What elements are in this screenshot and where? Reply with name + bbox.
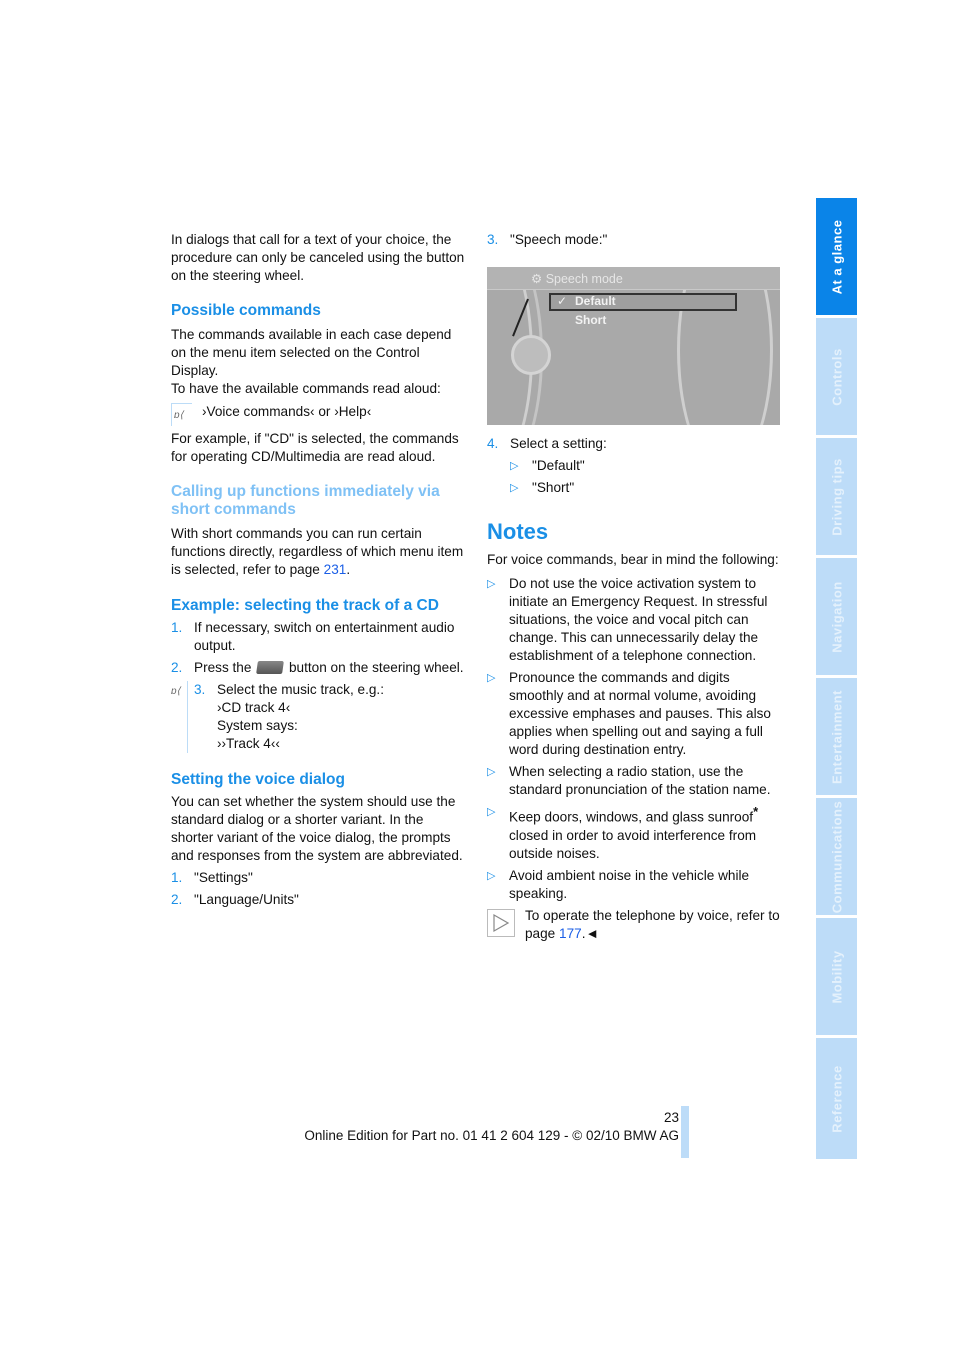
tab-driving-tips[interactable]: Driving tips xyxy=(816,438,857,555)
setting-short: ▷ "Short" xyxy=(510,480,575,495)
note-bullet: ▷ Avoid ambient noise in the vehicle whi… xyxy=(487,867,750,901)
voice-command-row: ɒ⟨ ›Voice commands‹ or ›Help‹ xyxy=(171,403,466,426)
read-aloud-text: To have the available commands read alou… xyxy=(171,381,441,396)
control-display-screenshot: ⚙ Speech mode ✓ Default Short xyxy=(487,267,780,425)
voice-command-text: ›Voice commands‹ or ›Help‹ xyxy=(202,404,372,419)
tab-navigation[interactable]: Navigation xyxy=(816,558,857,675)
bullet-triangle-icon: ▷ xyxy=(510,460,519,472)
example-step-3: ɒ⟨ 3. Select the music track, e.g.: ›CD … xyxy=(167,681,466,753)
footer-edition: Online Edition for Part no. 01 41 2 604 … xyxy=(304,1128,679,1143)
note-bullet: ▷ Pronounce the commands and digits smoo… xyxy=(487,670,771,757)
right-column: 3. "Speech mode:" ⚙ Speech mode ✓ Defaul… xyxy=(487,231,782,943)
heading-notes: Notes xyxy=(487,519,549,544)
bullet-triangle-icon: ▷ xyxy=(510,482,519,494)
tab-mobility[interactable]: Mobility xyxy=(816,918,857,1035)
heading-short-commands: Calling up functions immediately via sho… xyxy=(171,483,440,518)
note-triangle-icon xyxy=(487,908,515,937)
bullet-triangle-icon: ▷ xyxy=(487,578,496,590)
setting-default: ▷ "Default" xyxy=(510,458,585,473)
bullet-triangle-icon: ▷ xyxy=(487,869,496,882)
bullet-triangle-icon: ▷ xyxy=(487,806,496,818)
voice-dialog-step-1: 1. "Settings" xyxy=(171,870,253,885)
voice-dialog-text: You can set whether the system should us… xyxy=(171,794,463,863)
possible-commands-text: The commands available in each case depe… xyxy=(171,327,452,378)
left-column: In dialogs that call for a text of your … xyxy=(171,231,466,909)
option-short: Short xyxy=(575,313,607,327)
example-step-2: 2. Press the button on the steering whee… xyxy=(171,660,464,675)
page-number: 23 xyxy=(663,1110,679,1125)
voice-icon: ɒ⟨ xyxy=(171,403,192,426)
controller-knob-icon xyxy=(511,335,551,375)
page-link-231[interactable]: 231 xyxy=(324,562,347,577)
footer-marker xyxy=(681,1106,689,1158)
tab-at-a-glance[interactable]: At a glance xyxy=(816,198,857,315)
speech-mode-step: 3. "Speech mode:" xyxy=(487,232,608,247)
note-bullet: ▷ Keep doors, windows, and glass sunroof… xyxy=(487,804,759,861)
steering-wheel-voice-button-icon xyxy=(256,661,285,674)
bullet-triangle-icon: ▷ xyxy=(487,766,496,778)
tab-entertainment[interactable]: Entertainment xyxy=(816,678,857,795)
tab-reference[interactable]: Reference xyxy=(816,1038,857,1159)
select-setting-step: 4. Select a setting: xyxy=(487,436,607,451)
short-commands-text: With short commands you can run certain … xyxy=(171,526,464,577)
telephone-note: To operate the telephone by voice, refer… xyxy=(487,907,782,943)
screen-title: ⚙ Speech mode xyxy=(531,272,623,286)
tab-controls[interactable]: Controls xyxy=(816,318,857,435)
voice-dialog-step-2: 2. "Language/Units" xyxy=(171,892,299,907)
intro-paragraph: In dialogs that call for a text of your … xyxy=(171,232,465,283)
cd-example-text: For example, if "CD" is selected, the co… xyxy=(171,431,459,464)
optional-equipment-star: * xyxy=(753,804,759,819)
heading-possible-commands: Possible commands xyxy=(171,302,321,319)
check-icon: ✓ xyxy=(557,294,568,308)
note-bullet: ▷ When selecting a radio station, use th… xyxy=(487,764,771,797)
option-default: Default xyxy=(575,294,616,308)
example-step-1: 1. If necessary, switch on entertainment… xyxy=(171,620,455,653)
voice-icon: ɒ⟨ xyxy=(167,681,188,753)
notes-intro: For voice commands, bear in mind the fol… xyxy=(487,552,779,567)
heading-example: Example: selecting the track of a CD xyxy=(171,597,439,614)
bullet-triangle-icon: ▷ xyxy=(487,672,496,684)
note-bullet: ▷ Do not use the voice activation system… xyxy=(487,576,768,663)
page-link-177[interactable]: 177 xyxy=(559,926,582,941)
tab-communications[interactable]: Communications xyxy=(816,798,857,915)
heading-voice-dialog: Setting the voice dialog xyxy=(171,771,345,788)
